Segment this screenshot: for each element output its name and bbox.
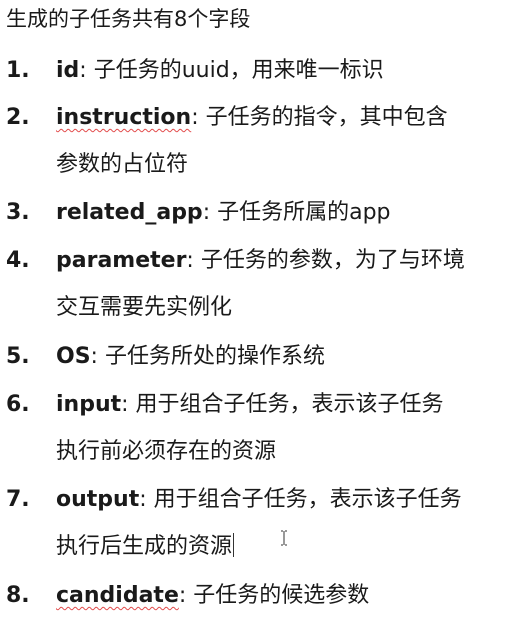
item-term: output xyxy=(56,487,140,512)
item-line: input: 用于组合子任务，表示该子任务 xyxy=(56,388,444,422)
item-number: 3. xyxy=(6,200,30,225)
i-beam-cursor-icon xyxy=(281,530,287,546)
item-term: parameter xyxy=(56,248,187,273)
item-description: 子任务的uuid，用来唯一标识 xyxy=(86,58,384,83)
item-colon: : xyxy=(202,200,211,225)
item-continuation-line[interactable]: 执行后生成的资源 xyxy=(56,530,235,564)
item-line: instruction: 子任务的指令，其中包含 xyxy=(56,101,448,135)
item-colon: : xyxy=(191,105,199,130)
item-term: instruction xyxy=(56,105,192,130)
document-page: 生成的子任务共有8个字段 1. id: 子任务的uuid，用来唯一标识 2. i… xyxy=(0,0,527,620)
item-description: 子任务所处的操作系统 xyxy=(97,344,325,369)
item-number: 5. xyxy=(6,344,30,369)
item-description: 子任务所属的app xyxy=(210,200,391,225)
item-continuation-text: 执行后生成的资源 xyxy=(56,534,233,559)
item-description: 子任务的候选参数 xyxy=(186,583,370,608)
item-line: candidate: 子任务的候选参数 xyxy=(56,579,369,613)
item-term: candidate xyxy=(56,583,179,608)
item-term: related_app xyxy=(56,200,203,225)
item-colon: : xyxy=(121,392,129,417)
item-number: 4. xyxy=(6,248,30,273)
document-title: 生成的子任务共有8个字段 xyxy=(6,7,251,31)
item-number: 8. xyxy=(6,583,30,608)
item-colon: : xyxy=(186,248,194,273)
item-line: output: 用于组合子任务，表示该子任务 xyxy=(56,483,462,517)
item-term: input xyxy=(56,392,122,417)
item-line: parameter: 子任务的参数，为了与环境 xyxy=(56,244,465,278)
item-colon: : xyxy=(79,58,87,83)
item-continuation-line: 交互需要先实例化 xyxy=(56,295,233,320)
item-description: 子任务的参数，为了与环境 xyxy=(193,248,465,273)
item-number: 2. xyxy=(6,105,30,130)
item-continuation-line: 执行前必须存在的资源 xyxy=(56,439,277,464)
item-number: 1. xyxy=(6,58,30,83)
item-description: 子任务的指令，其中包含 xyxy=(198,105,448,130)
item-continuation-line: 参数的占位符 xyxy=(56,152,189,177)
item-term: OS xyxy=(56,344,91,369)
item-line: OS: 子任务所处的操作系统 xyxy=(56,340,325,374)
item-number: 6. xyxy=(6,392,30,417)
item-colon: : xyxy=(90,344,98,369)
item-number: 7. xyxy=(6,487,30,512)
item-description: 用于组合子任务，表示该子任务 xyxy=(128,392,444,417)
text-caret xyxy=(233,533,235,557)
item-line: related_app: 子任务所属的app xyxy=(56,196,391,230)
item-description: 用于组合子任务，表示该子任务 xyxy=(146,487,462,512)
item-colon: : xyxy=(139,487,147,512)
item-term: id xyxy=(56,58,80,83)
item-line: id: 子任务的uuid，用来唯一标识 xyxy=(56,54,384,88)
